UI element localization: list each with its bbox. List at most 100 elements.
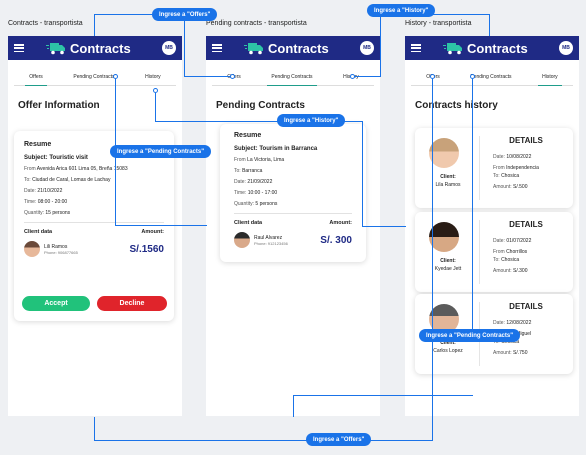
amount-label: Amount: <box>329 220 352 226</box>
accept-button[interactable]: Accept <box>22 296 90 311</box>
client-data-label: Client data <box>234 220 263 226</box>
quantity-label: Quantity: <box>234 201 255 207</box>
amount-label: Amount: <box>493 350 512 356</box>
client-name: Kyedae Jett <box>434 266 462 272</box>
details-heading: DETAILS <box>509 136 543 145</box>
time-value: 08:00 - 20:00 <box>37 199 68 205</box>
pending-screen: Contracts MB Offers Pending Contracts Hi… <box>206 36 380 416</box>
brand: Contracts <box>244 41 329 56</box>
from-value: Independencia <box>506 165 539 171</box>
from-label: From <box>24 166 36 172</box>
to-label: To: <box>493 173 500 179</box>
date-label: Date: <box>493 238 505 244</box>
tab-history[interactable]: History <box>141 68 165 86</box>
user-avatar[interactable]: MB <box>360 41 374 55</box>
to-value: Ciudad de Caral, Lomas de Lachay <box>32 177 111 183</box>
date-value: 10/08/2022 <box>506 154 532 160</box>
page-title: Contracts history <box>415 100 498 111</box>
flow-line <box>432 79 433 440</box>
app-bar: Contracts MB <box>206 36 380 60</box>
hamburger-menu-icon[interactable] <box>212 44 222 52</box>
annotation-to-offers-top: Ingrese a "Offers" <box>152 8 218 21</box>
flow-line <box>472 79 473 335</box>
details-heading: DETAILS <box>509 220 543 229</box>
flow-line <box>155 93 156 121</box>
date-label: Date: <box>493 320 505 326</box>
date-label: Date: <box>493 154 505 160</box>
flow-line <box>94 14 95 36</box>
brand-name: Contracts <box>268 40 329 56</box>
date-label: Date: <box>24 188 36 194</box>
flow-dot <box>230 74 235 79</box>
page-title: Offer Information <box>18 100 100 111</box>
flow-line <box>362 121 363 226</box>
time-label: Time: <box>24 199 37 205</box>
history-item[interactable]: Client: Lila Ramos DETAILS Date: 10/08/2… <box>415 128 573 208</box>
flow-line <box>293 395 294 417</box>
client-avatar <box>24 241 40 257</box>
flow-line <box>489 14 490 36</box>
from-value: Avenida Arica 601 Lima 05, Breña 15083 <box>36 166 128 172</box>
brand-name: Contracts <box>467 40 528 56</box>
client-phone: Phone: 912123456 <box>254 240 288 246</box>
from-value: Chorrillos <box>506 249 528 255</box>
hamburger-menu-icon[interactable] <box>14 44 24 52</box>
tab-bar: Offers Pending Contracts History <box>14 68 176 86</box>
brand: Contracts <box>46 41 131 56</box>
app-bar: Contracts MB <box>405 36 579 60</box>
flow-line <box>362 226 406 227</box>
client-phone: Phone: 906877665 <box>44 249 78 255</box>
client-label: Client: <box>440 258 456 264</box>
user-avatar[interactable]: MB <box>162 41 176 55</box>
to-value: Chosica <box>501 173 520 179</box>
divider <box>479 220 480 284</box>
tab-history[interactable]: History <box>538 68 562 86</box>
decline-button[interactable]: Decline <box>97 296 167 311</box>
date-value: 12/08/2022 <box>506 320 532 326</box>
amount-value: S/.750 <box>513 350 528 356</box>
from-label: From <box>493 165 505 171</box>
client-info: Lili Ramos Phone: 906877665 S/.1560 <box>24 241 164 257</box>
amount-label: Amount: <box>493 184 512 190</box>
flow-line <box>94 440 433 441</box>
hamburger-menu-icon[interactable] <box>411 44 421 52</box>
to-value: Chosica <box>501 257 520 263</box>
time-label: Time: <box>234 190 247 196</box>
date-value: 21/10/2022 <box>37 188 63 194</box>
truck-icon <box>443 41 463 55</box>
user-avatar[interactable]: MB <box>559 41 573 55</box>
amount-label: Amount: <box>141 229 164 235</box>
truck-icon <box>244 41 264 55</box>
client-label: Client: <box>440 174 456 180</box>
history-item[interactable]: Client: Kyedae Jett DETAILS Date: 01/07/… <box>415 212 573 292</box>
offer-card: Resume Subject: Touristic visit From Ave… <box>14 131 174 321</box>
to-label: To: <box>493 257 500 263</box>
client-name: Lila Ramos <box>435 182 461 188</box>
pending-card: Resume Subject: Tourism in Barranca From… <box>220 124 366 262</box>
client-avatar <box>234 232 250 248</box>
tab-pending-contracts[interactable]: Pending Contracts <box>267 68 317 86</box>
tab-offers[interactable]: Offers <box>25 68 47 86</box>
details-heading: DETAILS <box>509 302 543 311</box>
client-avatar <box>429 222 459 252</box>
to-label: To: <box>24 177 31 183</box>
app-bar: Contracts MB <box>8 36 182 60</box>
annotation-to-offers-bottom: Ingrese a "Offers" <box>306 433 372 446</box>
truck-icon <box>46 41 66 55</box>
flow-line <box>115 225 207 226</box>
flow-line <box>293 395 473 396</box>
annotation-to-history-top: Ingrese a "History" <box>367 4 436 17</box>
from-label: From <box>493 249 505 255</box>
brand-name: Contracts <box>70 40 131 56</box>
amount-value: S/.500 <box>513 184 528 190</box>
flow-line <box>94 417 95 440</box>
tab-pending-contracts[interactable]: Pending Contracts <box>69 68 118 86</box>
client-name: Carlos Lopez <box>433 348 463 354</box>
subject: Subject: Tourism in Barranca <box>234 146 318 152</box>
from-label: From <box>234 157 246 163</box>
annotation-to-history-mid: Ingrese a "History" <box>277 114 346 127</box>
to-label: To: <box>234 168 241 174</box>
amount-value: S/.1560 <box>129 243 164 255</box>
time-value: 10:00 - 17:00 <box>247 190 278 196</box>
flow-line <box>184 14 185 76</box>
